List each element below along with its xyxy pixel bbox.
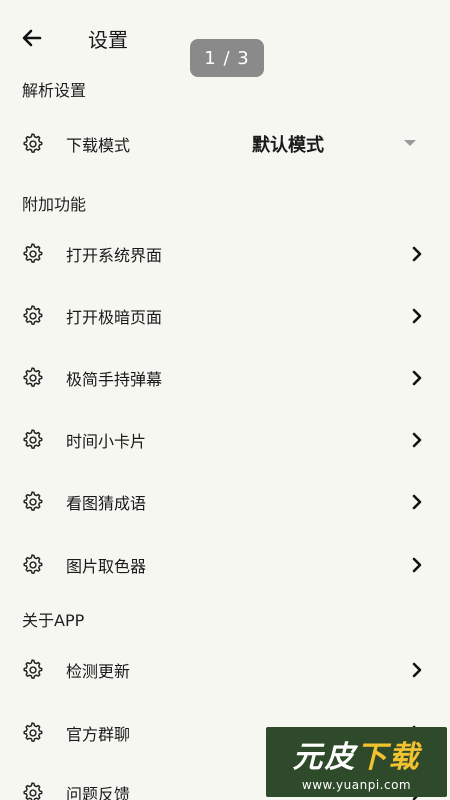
gear-icon [23, 367, 43, 387]
caret-down-icon[interactable] [404, 140, 416, 146]
gear-icon [23, 305, 43, 325]
download-mode-select[interactable]: 默认模式 [252, 131, 324, 157]
chevron-right-icon [412, 370, 422, 386]
setting-label: 图片取色器 [66, 557, 147, 576]
setting-label: 极简手持弹幕 [66, 370, 163, 389]
section-title-extra: 附加功能 [22, 195, 87, 214]
gear-icon [23, 133, 43, 153]
setting-label: 时间小卡片 [66, 432, 147, 451]
setting-row-minimal-danmaku[interactable]: 极简手持弹幕 [0, 353, 450, 403]
watermark-url: www.yuanpi.com [301, 778, 412, 792]
gear-icon [23, 659, 43, 679]
gear-icon [23, 243, 43, 263]
setting-label: 看图猜成语 [66, 494, 147, 513]
chevron-right-icon [412, 432, 422, 448]
gear-icon [23, 491, 43, 511]
site-watermark: 元皮下载 www.yuanpi.com [266, 727, 447, 797]
gear-icon [23, 429, 43, 449]
setting-row-open-system-ui[interactable]: 打开系统界面 [0, 229, 450, 279]
setting-label: 下载模式 [66, 136, 131, 155]
gear-icon [23, 782, 43, 800]
setting-label: 官方群聊 [66, 725, 131, 744]
setting-row-time-card[interactable]: 时间小卡片 [0, 415, 450, 465]
watermark-logo-b: 下载 [356, 740, 421, 775]
chevron-right-icon [412, 308, 422, 324]
setting-row-download-mode[interactable]: 下载模式 默认模式 [0, 119, 450, 169]
gear-icon [23, 722, 43, 742]
setting-row-check-update[interactable]: 检测更新 [0, 645, 450, 695]
setting-row-open-dark-page[interactable]: 打开极暗页面 [0, 291, 450, 341]
setting-row-guess-idiom[interactable]: 看图猜成语 [0, 477, 450, 527]
setting-label: 打开极暗页面 [66, 308, 163, 327]
setting-label: 问题反馈 [66, 785, 131, 800]
gear-icon [23, 554, 43, 574]
chevron-right-icon [412, 494, 422, 510]
back-button[interactable] [16, 22, 48, 54]
setting-label: 打开系统界面 [66, 246, 163, 265]
chevron-right-icon [412, 557, 422, 573]
arrow-left-icon [22, 29, 42, 47]
setting-label: 检测更新 [66, 662, 131, 681]
watermark-logo-a: 元皮 [292, 740, 357, 775]
chevron-right-icon [412, 662, 422, 678]
section-title-about: 关于APP [22, 611, 85, 630]
chevron-right-icon [412, 246, 422, 262]
page-title: 设置 [88, 28, 128, 52]
page-indicator: 1 / 3 [190, 39, 264, 77]
watermark-logo: 元皮下载 [293, 732, 421, 776]
setting-row-color-picker[interactable]: 图片取色器 [0, 540, 450, 590]
section-title-parse: 解析设置 [22, 81, 87, 100]
